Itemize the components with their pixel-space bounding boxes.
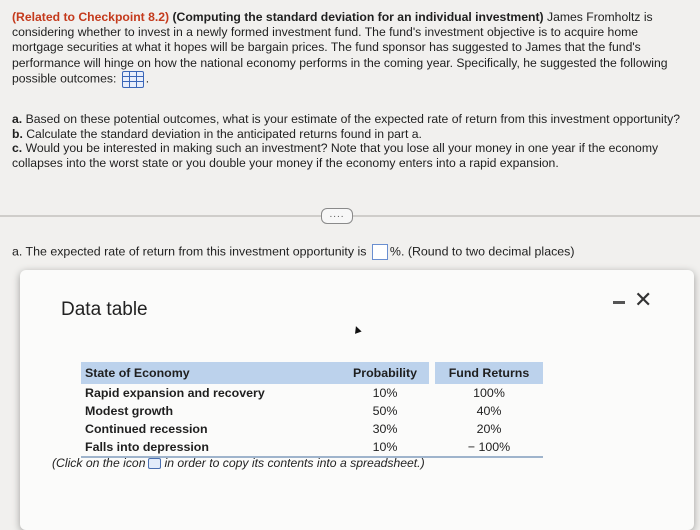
intro-end: . xyxy=(145,71,150,86)
table-row: Rapid expansion and recovery 10% 100% xyxy=(85,386,505,400)
header-probability: Probability xyxy=(341,362,429,384)
grid-table-icon[interactable] xyxy=(121,70,144,88)
mouse-cursor-icon: ▲ xyxy=(348,320,365,338)
problem-title: (Computing the standard deviation for an… xyxy=(172,10,544,24)
data-table-dialog: Data table ✕ ▲ State of Economy Probabil… xyxy=(20,270,694,530)
checkpoint-reference: (Related to Checkpoint 8.2) xyxy=(12,10,170,24)
problem-statement: (Related to Checkpoint 8.2) (Computing t… xyxy=(12,10,692,88)
answer-row: a. The expected rate of return from this… xyxy=(12,244,575,260)
part-a: a. Based on these potential outcomes, wh… xyxy=(12,112,680,126)
close-icon[interactable]: ✕ xyxy=(634,288,652,312)
answer-input[interactable] xyxy=(371,244,388,260)
answer-suffix: %. (Round to two decimal places) xyxy=(389,244,575,259)
part-b: b. Calculate the standard deviation in t… xyxy=(12,126,422,141)
header-state: State of Economy xyxy=(81,362,341,384)
table-header-row: State of Economy Probability Fund Return… xyxy=(81,362,543,384)
table-row: Falls into depression 10% − 100% xyxy=(81,438,543,458)
header-fund-returns: Fund Returns xyxy=(435,362,543,384)
copy-to-spreadsheet-icon[interactable] xyxy=(148,458,162,470)
table-row: Continued recession 30% 20% xyxy=(85,422,502,436)
answer-prefix: a. The expected rate of return from this… xyxy=(12,244,367,259)
question-parts: a. Based on these potential outcomes, wh… xyxy=(12,112,682,170)
table-row: Modest growth 50% 40% xyxy=(85,404,502,418)
minimize-icon[interactable] xyxy=(613,301,625,304)
dialog-title: Data table xyxy=(61,299,148,320)
copy-instructions: (Click on the icon in order to copy its c… xyxy=(52,456,425,470)
part-c: c. Would you be interested in making suc… xyxy=(12,141,659,170)
expand-more-button[interactable]: .... xyxy=(321,208,353,224)
data-table: State of Economy Probability Fund Return… xyxy=(81,362,543,458)
